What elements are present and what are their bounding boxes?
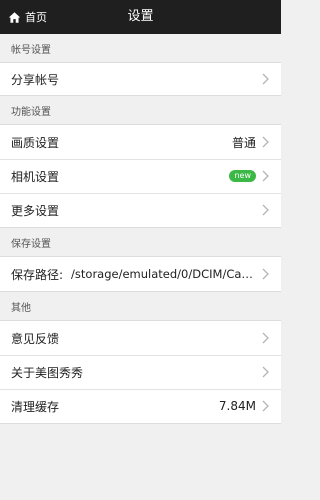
feedback-row[interactable]: 意见反馈: [0, 321, 281, 355]
chevron-right-icon: [262, 268, 269, 280]
section-header-other: 其他: [11, 303, 31, 314]
chevron-right-icon: [262, 366, 269, 378]
chevron-right-icon: [262, 400, 269, 412]
row-label: 意见反馈: [11, 331, 60, 346]
section-header-function: 功能设置: [11, 107, 51, 118]
new-badge: new: [229, 170, 256, 182]
chevron-right-icon: [262, 136, 269, 148]
share-account-row[interactable]: 分享帐号: [0, 63, 281, 95]
group-other: 意见反馈 关于美图秀秀 清理缓存 7.84M: [0, 320, 281, 424]
quality-value: 普通: [231, 135, 256, 150]
chevron-right-icon: [262, 73, 269, 85]
about-row[interactable]: 关于美图秀秀: [0, 355, 281, 389]
group-save: 保存路径: /storage/emulated/0/DCIM/Camera: [0, 256, 281, 292]
chevron-right-icon: [262, 332, 269, 344]
save-path-value: /storage/emulated/0/DCIM/Camera: [71, 267, 256, 281]
section-header-account: 帐号设置: [11, 45, 51, 56]
row-label: 清理缓存: [11, 399, 60, 414]
top-bar: 首页 设置: [0, 0, 281, 34]
home-label: 首页: [25, 11, 47, 24]
home-button[interactable]: 首页: [8, 0, 47, 34]
group-account: 分享帐号: [0, 62, 281, 96]
row-label: 保存路径:: [11, 267, 64, 282]
row-label: 相机设置: [11, 169, 60, 184]
more-settings-row[interactable]: 更多设置: [0, 193, 281, 227]
cache-size-value: 7.84M: [218, 399, 256, 413]
chevron-right-icon: [262, 204, 269, 216]
row-label: 画质设置: [11, 135, 60, 150]
home-icon: [8, 11, 21, 24]
camera-settings-row[interactable]: 相机设置 new: [0, 159, 281, 193]
section-header-save: 保存设置: [11, 239, 51, 250]
row-label: 分享帐号: [11, 72, 60, 87]
group-function: 画质设置 普通 相机设置 new 更多设置: [0, 124, 281, 228]
quality-settings-row[interactable]: 画质设置 普通: [0, 125, 281, 159]
save-path-row[interactable]: 保存路径: /storage/emulated/0/DCIM/Camera: [0, 257, 281, 291]
row-label: 更多设置: [11, 203, 60, 218]
chevron-right-icon: [262, 170, 269, 182]
row-label: 关于美图秀秀: [11, 365, 84, 380]
clear-cache-row[interactable]: 清理缓存 7.84M: [0, 389, 281, 423]
